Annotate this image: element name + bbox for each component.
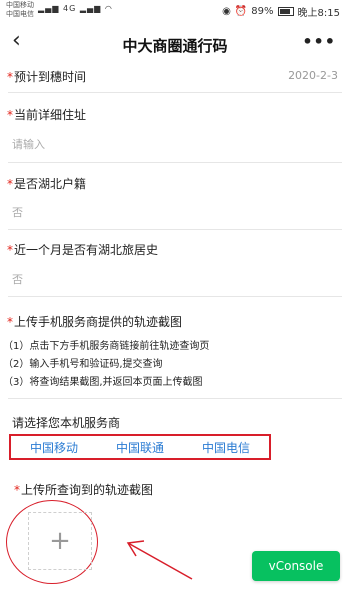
red-arrow-annotation	[126, 540, 193, 580]
upload-screenshot-label: 上传所查询到的轨迹截图	[21, 483, 154, 497]
address-label-row: *当前详细住址	[0, 106, 350, 126]
instruction-step: （3）将查询结果截图,并返回本页面上传截图	[0, 373, 350, 389]
alarm-icon: ⏰	[234, 6, 248, 17]
provider-prompt: 请选择您本机服务商	[12, 416, 121, 430]
instruction-step-3: （3）将查询结果截图,并返回本页面上传截图	[3, 377, 203, 388]
upload-tracks-label: 上传手机服务商提供的轨迹截图	[14, 315, 183, 329]
upload-tracks-label-row: *上传手机服务商提供的轨迹截图	[0, 313, 350, 333]
status-bar: 中国移动 中国电信 ▂▄▆ 4G ▂▄▆ ◠ ◉ ⏰ 89% 晚上8:15	[0, 0, 350, 20]
instruction-step-1: （1）点击下方手机服务商链接前往轨迹查询页	[3, 341, 210, 352]
carrier-names: 中国移动 中国电信	[6, 1, 34, 19]
required-mark: *	[7, 243, 13, 257]
hubei-hukou-label-row: *是否湖北户籍	[0, 175, 350, 195]
required-mark: *	[14, 483, 20, 497]
more-icon[interactable]: •••	[302, 32, 336, 51]
required-mark: *	[7, 177, 13, 191]
hubei-hukou-value: 否	[12, 206, 23, 219]
arrival-time-row[interactable]: *预计到穗时间 2020-2-3	[0, 68, 350, 88]
battery-percent: 89%	[251, 6, 274, 17]
arrival-time-value[interactable]: 2020-2-3	[288, 69, 338, 82]
plus-icon: +	[49, 526, 71, 556]
status-right: ◉ ⏰ 89% 晚上8:15	[222, 4, 340, 19]
page-title: 中大商圈通行码	[122, 37, 228, 55]
hubei-travel-label: 近一个月是否有湖北旅居史	[14, 243, 159, 257]
divider	[8, 162, 342, 163]
address-label: 当前详细住址	[14, 108, 87, 122]
required-mark: *	[7, 315, 13, 329]
divider	[8, 92, 342, 93]
network-type: 4G	[63, 4, 77, 13]
hubei-hukou-label: 是否湖北户籍	[14, 177, 87, 191]
provider-china-telecom-link[interactable]: 中国电信	[202, 439, 250, 456]
instruction-step: （2）输入手机号和验证码,提交查询	[0, 355, 350, 371]
upload-screenshot-label-row: *上传所查询到的轨迹截图	[0, 481, 350, 501]
instruction-step: （1）点击下方手机服务商链接前往轨迹查询页	[0, 337, 350, 353]
hubei-hukou-select[interactable]: 否	[0, 204, 350, 222]
arrival-time-label: 预计到穗时间	[14, 70, 87, 84]
required-mark: *	[7, 70, 13, 84]
provider-china-mobile-link[interactable]: 中国移动	[30, 439, 78, 456]
battery-icon	[277, 7, 294, 16]
address-placeholder: 请输入	[12, 138, 45, 151]
provider-prompt-row: 请选择您本机服务商	[0, 414, 350, 432]
carrier-1: 中国移动	[6, 1, 34, 9]
nav-bar: ‹ 中大商圈通行码 •••	[0, 22, 350, 62]
divider	[8, 229, 342, 230]
hubei-travel-label-row: *近一个月是否有湖北旅居史	[0, 241, 350, 261]
provider-options: 中国移动 中国联通 中国电信	[9, 434, 271, 460]
hubei-travel-select[interactable]: 否	[0, 271, 350, 289]
hubei-travel-value: 否	[12, 273, 23, 286]
vconsole-button[interactable]: vConsole	[252, 551, 340, 581]
carrier-2: 中国电信	[6, 10, 34, 18]
upload-image-button[interactable]: +	[28, 512, 92, 570]
divider	[8, 398, 342, 399]
provider-china-unicom-link[interactable]: 中国联通	[116, 439, 164, 456]
instruction-step-2: （2）输入手机号和验证码,提交查询	[3, 359, 163, 370]
divider	[8, 296, 342, 297]
signal-icon: ▂▄▆ 4G ▂▄▆ ◠	[38, 4, 113, 13]
eye-icon: ◉	[222, 6, 231, 17]
required-mark: *	[7, 108, 13, 122]
clock: 晚上8:15	[297, 8, 340, 19]
address-input[interactable]: 请输入	[0, 136, 350, 154]
